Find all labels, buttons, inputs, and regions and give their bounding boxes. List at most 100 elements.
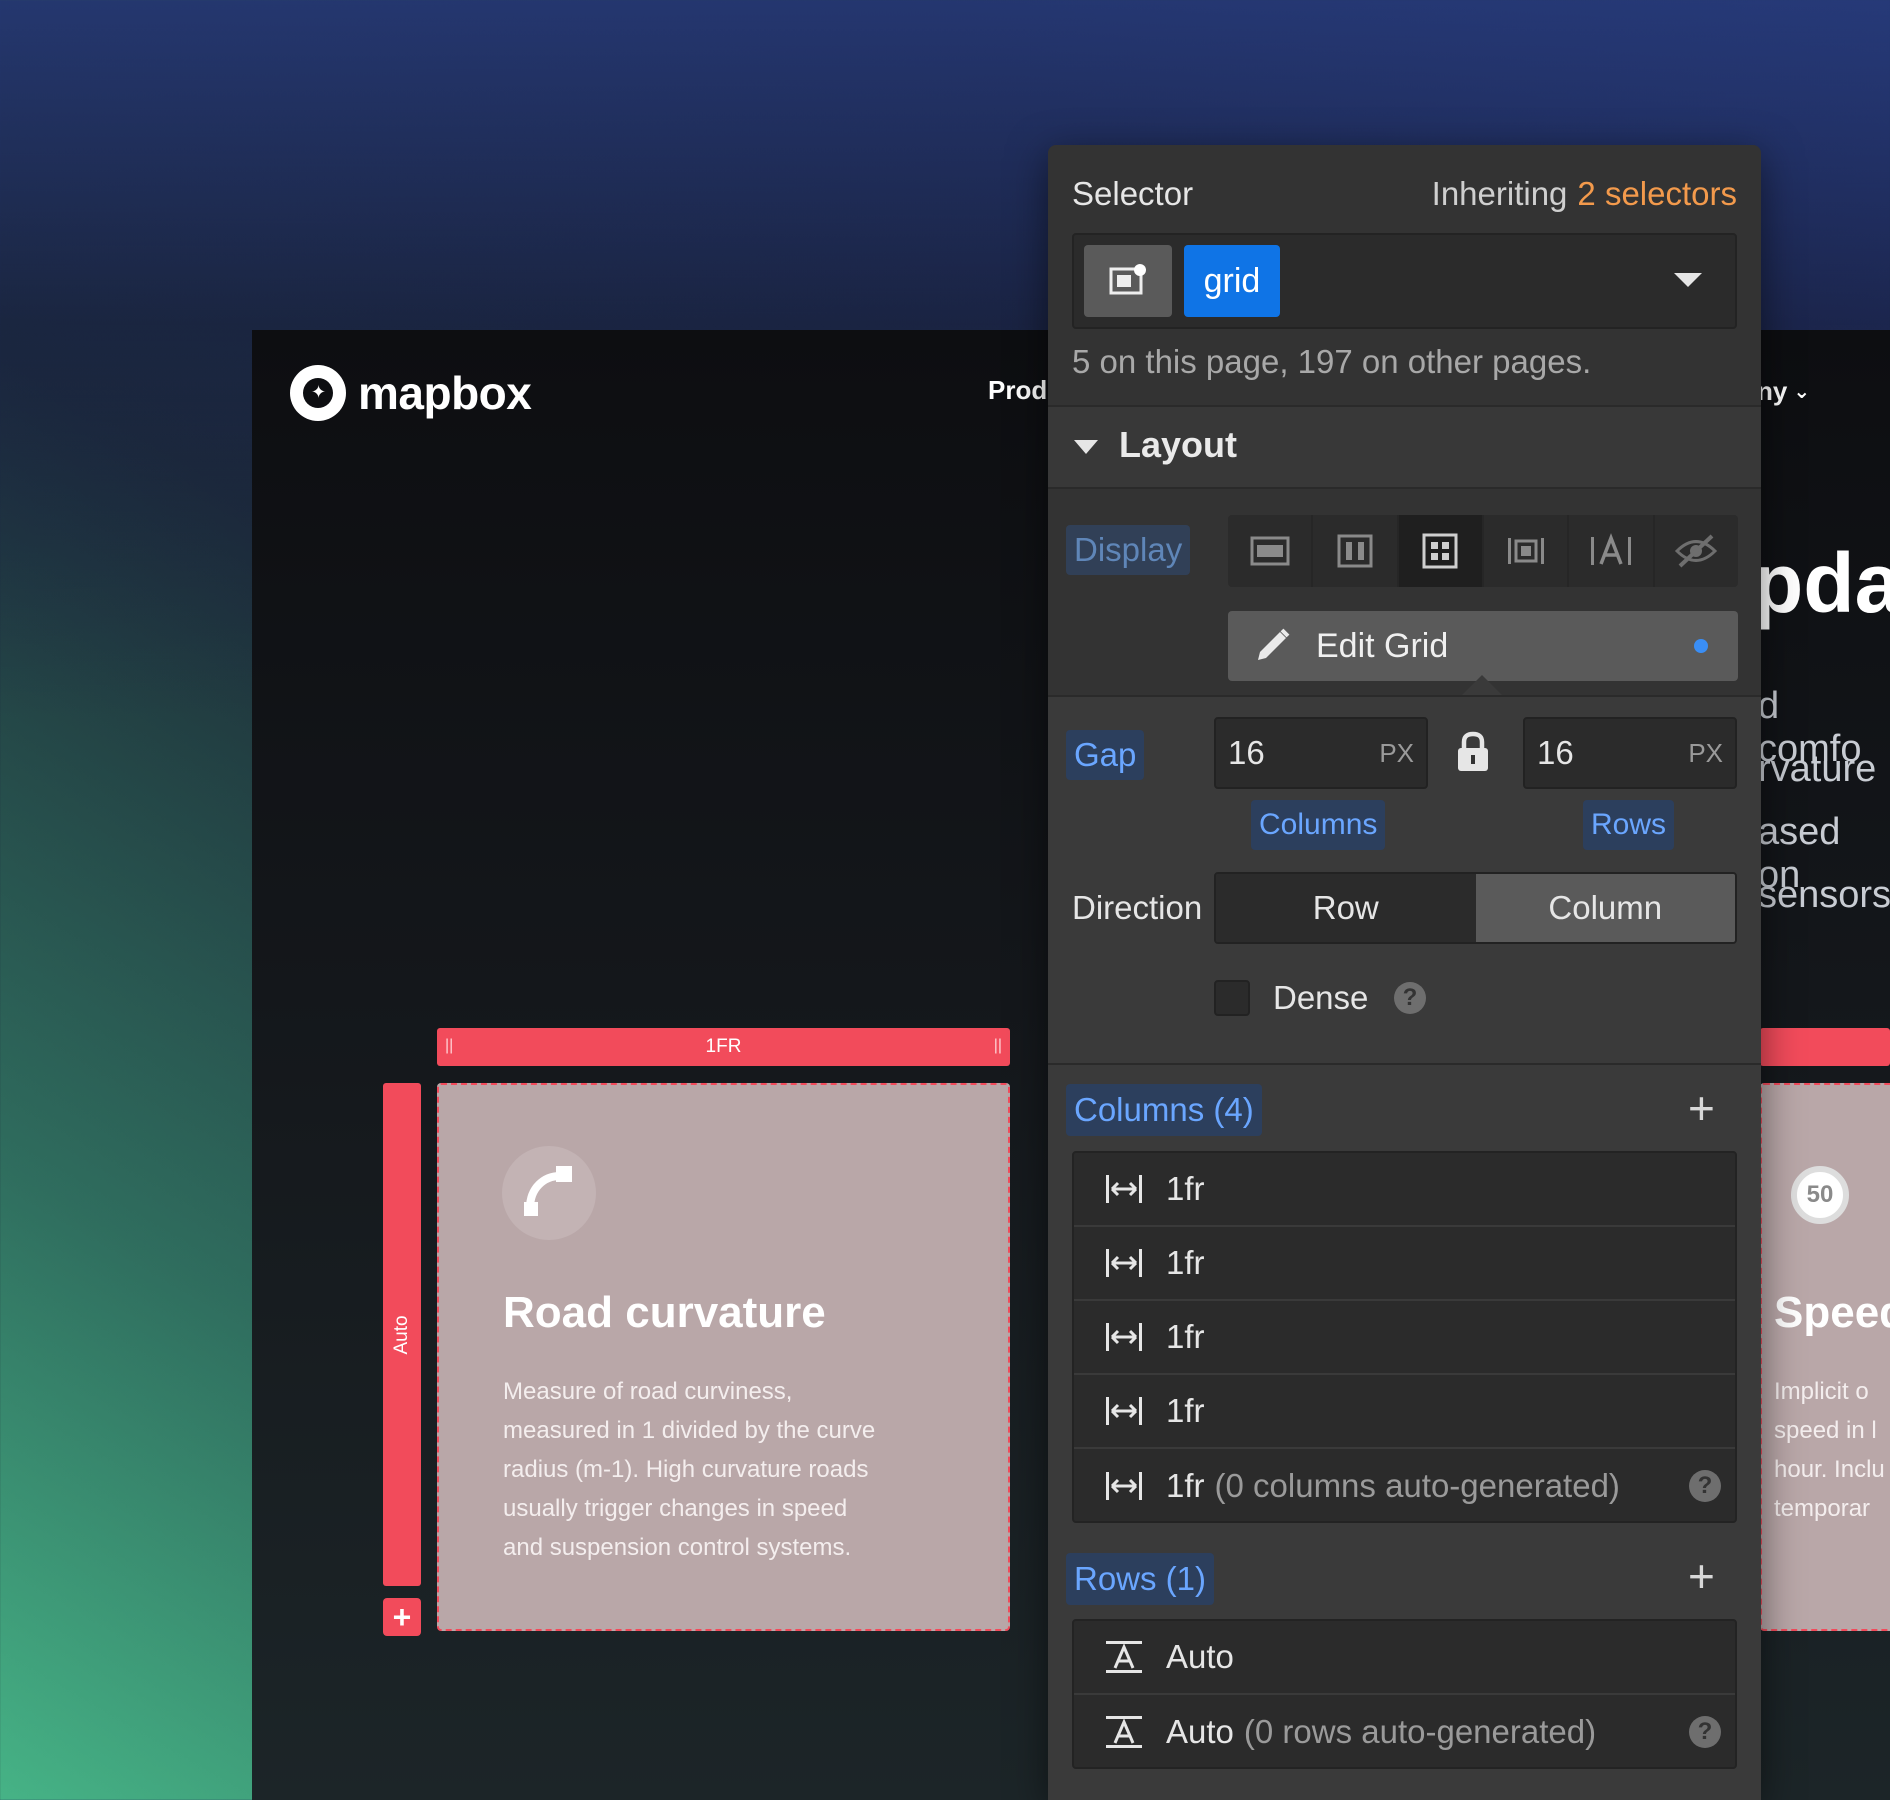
mapbox-logo[interactable]: ✦ mapbox	[290, 365, 532, 421]
collapse-triangle-icon	[1074, 440, 1098, 454]
column-auto-track-item[interactable]: 1fr (0 columns auto-generated) ?	[1074, 1449, 1735, 1521]
hero-line: sensors	[1758, 874, 1890, 916]
gap-columns-label[interactable]: Columns	[1251, 800, 1386, 850]
selector-usage-count: 5 on this page, 197 on other pages.	[1072, 343, 1592, 380]
card-title: Road curvature	[503, 1288, 826, 1337]
rows-help-icon[interactable]: ?	[1689, 1716, 1721, 1748]
columns-help-icon[interactable]: ?	[1689, 1470, 1721, 1502]
auto-generated-note: (0 columns auto-generated)	[1214, 1467, 1620, 1504]
column-track-item[interactable]: 1fr	[1074, 1301, 1735, 1375]
card-description-line: and suspension control systems.	[503, 1534, 852, 1561]
element-type-button[interactable]	[1084, 245, 1172, 317]
grid-column-track-bar[interactable]: || 1FR ||	[437, 1028, 1010, 1066]
layout-section-title: Layout	[1119, 424, 1238, 465]
display-label[interactable]: Display	[1066, 525, 1191, 575]
column-track-item[interactable]: 1fr	[1074, 1227, 1735, 1301]
card-description-line: measured in 1 divided by the curve	[503, 1417, 876, 1444]
column-track-value: 1fr	[1166, 1244, 1205, 1281]
column-track-value: 1fr	[1166, 1467, 1205, 1504]
card-description-line: temporar	[1774, 1495, 1871, 1522]
inheriting-selectors-link[interactable]: 2 selectors	[1577, 175, 1737, 213]
column-track-item[interactable]: 1fr	[1074, 1375, 1735, 1449]
dense-checkbox[interactable]	[1214, 980, 1250, 1016]
road-curve-icon	[524, 1166, 572, 1216]
pencil-icon	[1258, 628, 1290, 660]
rows-header[interactable]: Rows (1)	[1066, 1553, 1215, 1605]
column-resize-handle-left[interactable]: ||	[445, 1037, 453, 1055]
column-gap-input[interactable]: 16 PX	[1214, 717, 1428, 789]
auto-generated-note: (0 rows auto-generated)	[1243, 1713, 1597, 1750]
dense-label: Dense	[1273, 979, 1369, 1016]
columns-header[interactable]: Columns (4)	[1066, 1084, 1262, 1136]
columns-list: 1fr 1fr 1fr 1fr 1fr (0 columns auto-gene…	[1072, 1151, 1737, 1523]
display-flex-option[interactable]	[1313, 515, 1399, 587]
inheriting-info: Inheriting 2 selectors	[1432, 175, 1737, 213]
row-track-label: Auto	[391, 1314, 412, 1355]
row-height-icon	[1104, 1639, 1144, 1675]
row-height-icon	[1104, 1714, 1144, 1750]
eye-slash-icon	[1675, 534, 1718, 568]
card-title: Speed	[1774, 1288, 1890, 1337]
selector-label: Selector	[1072, 175, 1194, 212]
grid-column-track-bar[interactable]	[1760, 1028, 1890, 1066]
column-gap-value: 16	[1228, 734, 1265, 771]
card-description-line: Measure of road curviness,	[503, 1378, 793, 1405]
card-description-line: radius (m-1). High curvature roads	[503, 1456, 869, 1483]
hero-line: rvature	[1758, 748, 1877, 790]
selector-chip-grid[interactable]: grid	[1184, 245, 1280, 317]
column-track-item[interactable]: 1fr	[1074, 1153, 1735, 1227]
display-inline-block-icon	[1507, 538, 1544, 564]
display-none-option[interactable]	[1655, 515, 1738, 587]
nav-item-company[interactable]: ny ⌄	[1757, 376, 1810, 407]
feature-card-speed[interactable]	[1760, 1083, 1890, 1631]
edit-grid-label: Edit Grid	[1316, 626, 1449, 665]
direction-label: Direction	[1072, 889, 1203, 926]
card-description-line: usually trigger changes in speed	[503, 1495, 848, 1522]
logo-text: mapbox	[358, 367, 532, 419]
lock-icon[interactable]	[1456, 731, 1490, 773]
column-width-icon	[1104, 1173, 1144, 1205]
rows-list: Auto Auto (0 rows auto-generated) ?	[1072, 1619, 1737, 1769]
display-inline-block-option[interactable]	[1484, 515, 1570, 587]
column-width-icon	[1104, 1321, 1144, 1353]
column-track-value: 1fr	[1166, 1318, 1205, 1355]
column-resize-handle-right[interactable]: ||	[994, 1037, 1002, 1055]
grid-row-track-bar[interactable]: Auto	[383, 1083, 421, 1586]
edit-grid-button[interactable]: Edit Grid	[1228, 611, 1738, 681]
column-gap-unit[interactable]: PX	[1379, 738, 1414, 769]
display-grid-option[interactable]	[1398, 515, 1484, 587]
row-track-item[interactable]: Auto	[1074, 1621, 1735, 1695]
gap-label[interactable]: Gap	[1066, 730, 1145, 780]
display-flex-icon	[1337, 534, 1373, 568]
column-width-icon	[1104, 1247, 1144, 1279]
display-mode-toggle[interactable]	[1228, 515, 1738, 587]
row-gap-input[interactable]: 16 PX	[1523, 717, 1737, 789]
row-gap-value: 16	[1537, 734, 1574, 771]
card-description-line: Implicit o	[1774, 1378, 1869, 1405]
popover-arrow	[1460, 675, 1504, 697]
row-auto-track-item[interactable]: Auto (0 rows auto-generated) ?	[1074, 1695, 1735, 1767]
mapbox-logo-icon: ✦	[290, 365, 346, 421]
direction-column-option[interactable]: Column	[1475, 874, 1735, 942]
add-row-button[interactable]: +	[383, 1598, 421, 1636]
direction-row-option[interactable]: Row	[1216, 874, 1476, 942]
dense-help-icon[interactable]: ?	[1394, 982, 1426, 1014]
display-block-option[interactable]	[1228, 515, 1314, 587]
selector-dropdown-caret-icon[interactable]	[1674, 273, 1702, 287]
modified-indicator-dot	[1694, 639, 1708, 653]
nav-item-products[interactable]: Prod	[988, 375, 1047, 406]
gap-rows-label[interactable]: Rows	[1583, 800, 1675, 850]
card-description: Measure of road curviness, measured in 1…	[503, 1372, 983, 1567]
card-description: Implicit o speed in l hour. Inclu tempor…	[1774, 1372, 1890, 1528]
direction-toggle[interactable]: Row Column	[1214, 872, 1737, 944]
row-gap-unit[interactable]: PX	[1688, 738, 1723, 769]
element-settings-icon	[1109, 264, 1146, 295]
column-track-value: 1fr	[1166, 1392, 1205, 1429]
display-inline-icon	[1590, 533, 1631, 565]
add-row-track-button[interactable]: +	[1688, 1553, 1715, 1599]
speed-limit-badge: 50	[1791, 1166, 1849, 1224]
hero-heading-fragment: pda	[1752, 536, 1890, 630]
add-column-button[interactable]: +	[1688, 1085, 1715, 1131]
display-inline-option[interactable]	[1569, 515, 1655, 587]
style-panel: Selector Inheriting 2 selectors grid 5 o…	[1048, 145, 1761, 1800]
